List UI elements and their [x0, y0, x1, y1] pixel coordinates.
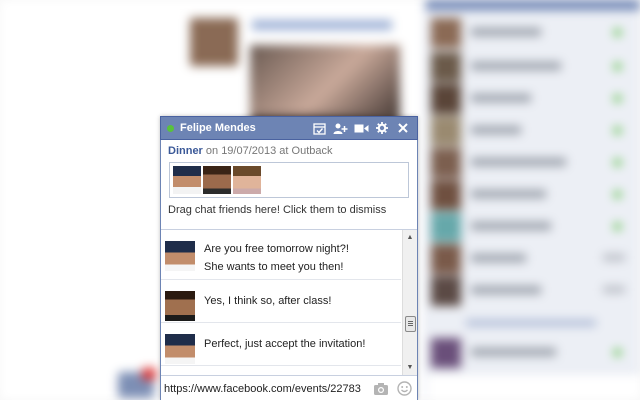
scroll-up-icon[interactable]: ▲ — [406, 234, 414, 242]
chat-input-row — [161, 375, 417, 400]
notification-badge — [118, 368, 156, 398]
chat-contact-name[interactable]: Felipe Mendes — [180, 122, 306, 134]
sender-avatar[interactable] — [165, 241, 195, 271]
gear-icon[interactable] — [374, 120, 390, 136]
message-text: Are you free tomorrow night?! She wants … — [204, 243, 349, 273]
video-call-icon[interactable] — [353, 120, 369, 136]
event-details: on 19/07/2013 at Outback — [202, 145, 333, 157]
emoticon-icon[interactable] — [397, 381, 412, 396]
friend-avatar[interactable] — [233, 166, 261, 194]
close-icon[interactable] — [395, 120, 411, 136]
add-friends-icon[interactable] — [332, 120, 348, 136]
message-item: Perfect, just accept the invitation! — [161, 323, 401, 366]
message-list: Are you free tomorrow night?! She wants … — [161, 230, 401, 375]
camera-icon[interactable] — [373, 382, 389, 396]
feed-author — [252, 20, 392, 30]
scroll-down-icon[interactable]: ▼ — [406, 364, 414, 372]
event-info: Dinner on 19/07/2013 at Outback — [161, 140, 417, 157]
feed-photo — [250, 45, 400, 115]
chat-window: Felipe Mendes Dinner on 19/07/2013 at Ou… — [160, 116, 418, 400]
message-history: Are you free tomorrow night?! She wants … — [161, 229, 417, 375]
online-status-icon — [167, 124, 174, 132]
event-link[interactable]: Dinner — [168, 145, 203, 157]
message-item — [161, 366, 401, 375]
sender-avatar[interactable] — [165, 291, 195, 321]
drag-hint-text: Drag chat friends here! Click them to di… — [168, 204, 387, 216]
message-item: Are you free tomorrow night?! She wants … — [161, 230, 401, 280]
message-item: Yes, I think so, after class! — [161, 280, 401, 323]
chat-header[interactable]: Felipe Mendes — [160, 116, 418, 140]
feed-avatar — [190, 18, 238, 66]
friend-avatar[interactable] — [173, 166, 201, 194]
chat-friends-dropzone[interactable] — [169, 162, 409, 198]
friend-avatar[interactable] — [203, 166, 231, 194]
message-text: Yes, I think so, after class! — [204, 295, 332, 307]
chat-message-input[interactable] — [164, 380, 369, 398]
screen: Felipe Mendes Dinner on 19/07/2013 at Ou… — [0, 0, 640, 400]
add-to-event-icon[interactable] — [311, 120, 327, 136]
message-scrollbar[interactable]: ▲ ▼ — [402, 230, 417, 375]
scrollbar-thumb[interactable] — [405, 316, 416, 332]
sender-avatar[interactable] — [165, 334, 195, 364]
chat-sidebar — [425, 0, 640, 400]
message-text: Perfect, just accept the invitation! — [204, 338, 366, 350]
